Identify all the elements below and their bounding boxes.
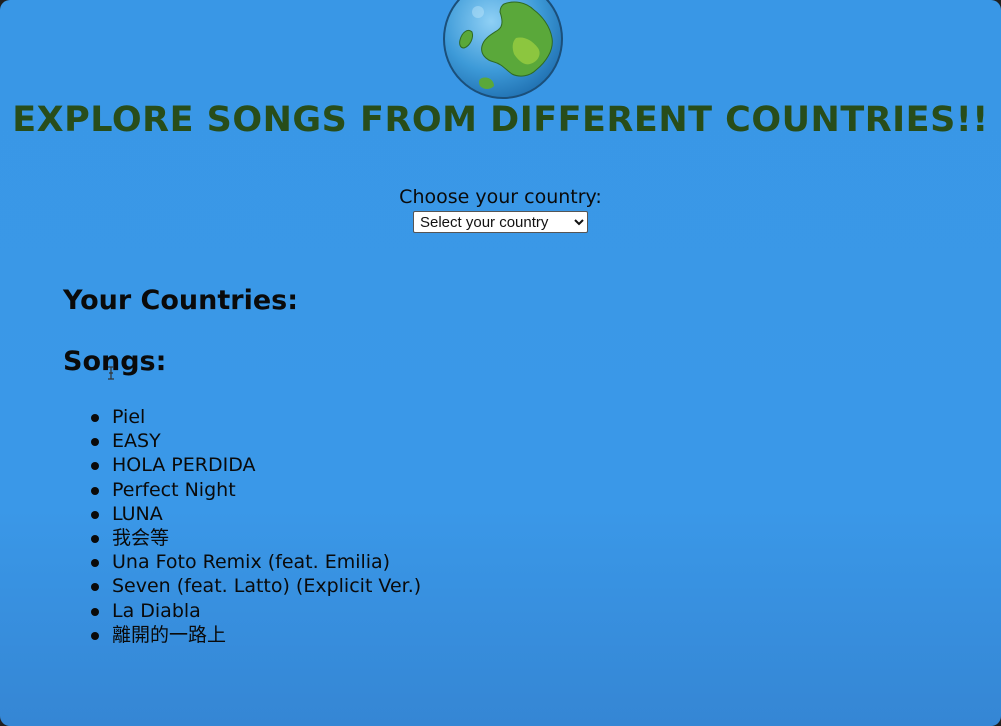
app-page: EXPLORE SONGS FROM DIFFERENT COUNTRIES!!… [0, 0, 1001, 726]
song-list: Piel EASY HOLA PERDIDA Perfect Night LUN… [90, 405, 422, 647]
song-item: 離開的一路上 [90, 623, 421, 647]
song-item: EASY [90, 429, 421, 453]
text-cursor-icon [108, 366, 114, 380]
song-item: Una Foto Remix (feat. Emilia) [90, 550, 421, 574]
globe-icon [443, 0, 563, 99]
song-item: HOLA PERDIDA [90, 453, 421, 477]
country-chooser: Choose your country: Select your country [0, 186, 1001, 233]
countries-heading: Your Countries: [63, 285, 299, 316]
song-item: Piel [90, 405, 421, 429]
song-item: 我会等 [90, 526, 421, 550]
page-title: EXPLORE SONGS FROM DIFFERENT COUNTRIES!! [12, 100, 989, 140]
song-item: La Diabla [90, 599, 421, 623]
country-select-label: Choose your country: [399, 186, 602, 208]
song-item: Seven (feat. Latto) (Explicit Ver.) [90, 575, 422, 598]
country-select[interactable]: Select your country [413, 211, 588, 233]
song-item: Perfect Night [90, 478, 421, 502]
song-item: LUNA [90, 502, 421, 526]
